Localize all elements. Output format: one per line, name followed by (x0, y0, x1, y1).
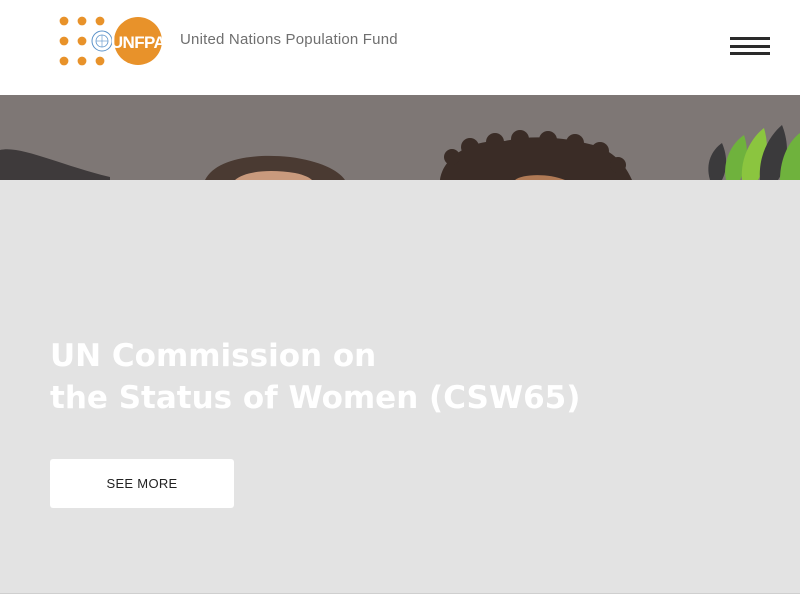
hamburger-menu-icon[interactable] (728, 34, 772, 60)
logo-wordmark: UNFPA (111, 33, 163, 52)
site-header: UNFPA United Nations Population Fund (0, 0, 800, 95)
hero-title-line-1: UN Commission on (50, 338, 377, 374)
see-more-button[interactable]: SEE MORE (50, 459, 234, 508)
hero-banner: UN Commission on the Status of Women (CS… (0, 95, 800, 595)
menu-bar (730, 37, 770, 40)
menu-bar (730, 52, 770, 55)
unfpa-logo[interactable]: UNFPA (57, 15, 163, 67)
section-divider (0, 593, 800, 600)
org-name[interactable]: United Nations Population Fund (180, 31, 398, 48)
hero-illustration (0, 95, 800, 180)
hero-title: UN Commission on the Status of Women (CS… (50, 335, 580, 419)
hero-title-line-2: the Status of Women (CSW65) (50, 380, 581, 416)
menu-bar (730, 45, 770, 48)
